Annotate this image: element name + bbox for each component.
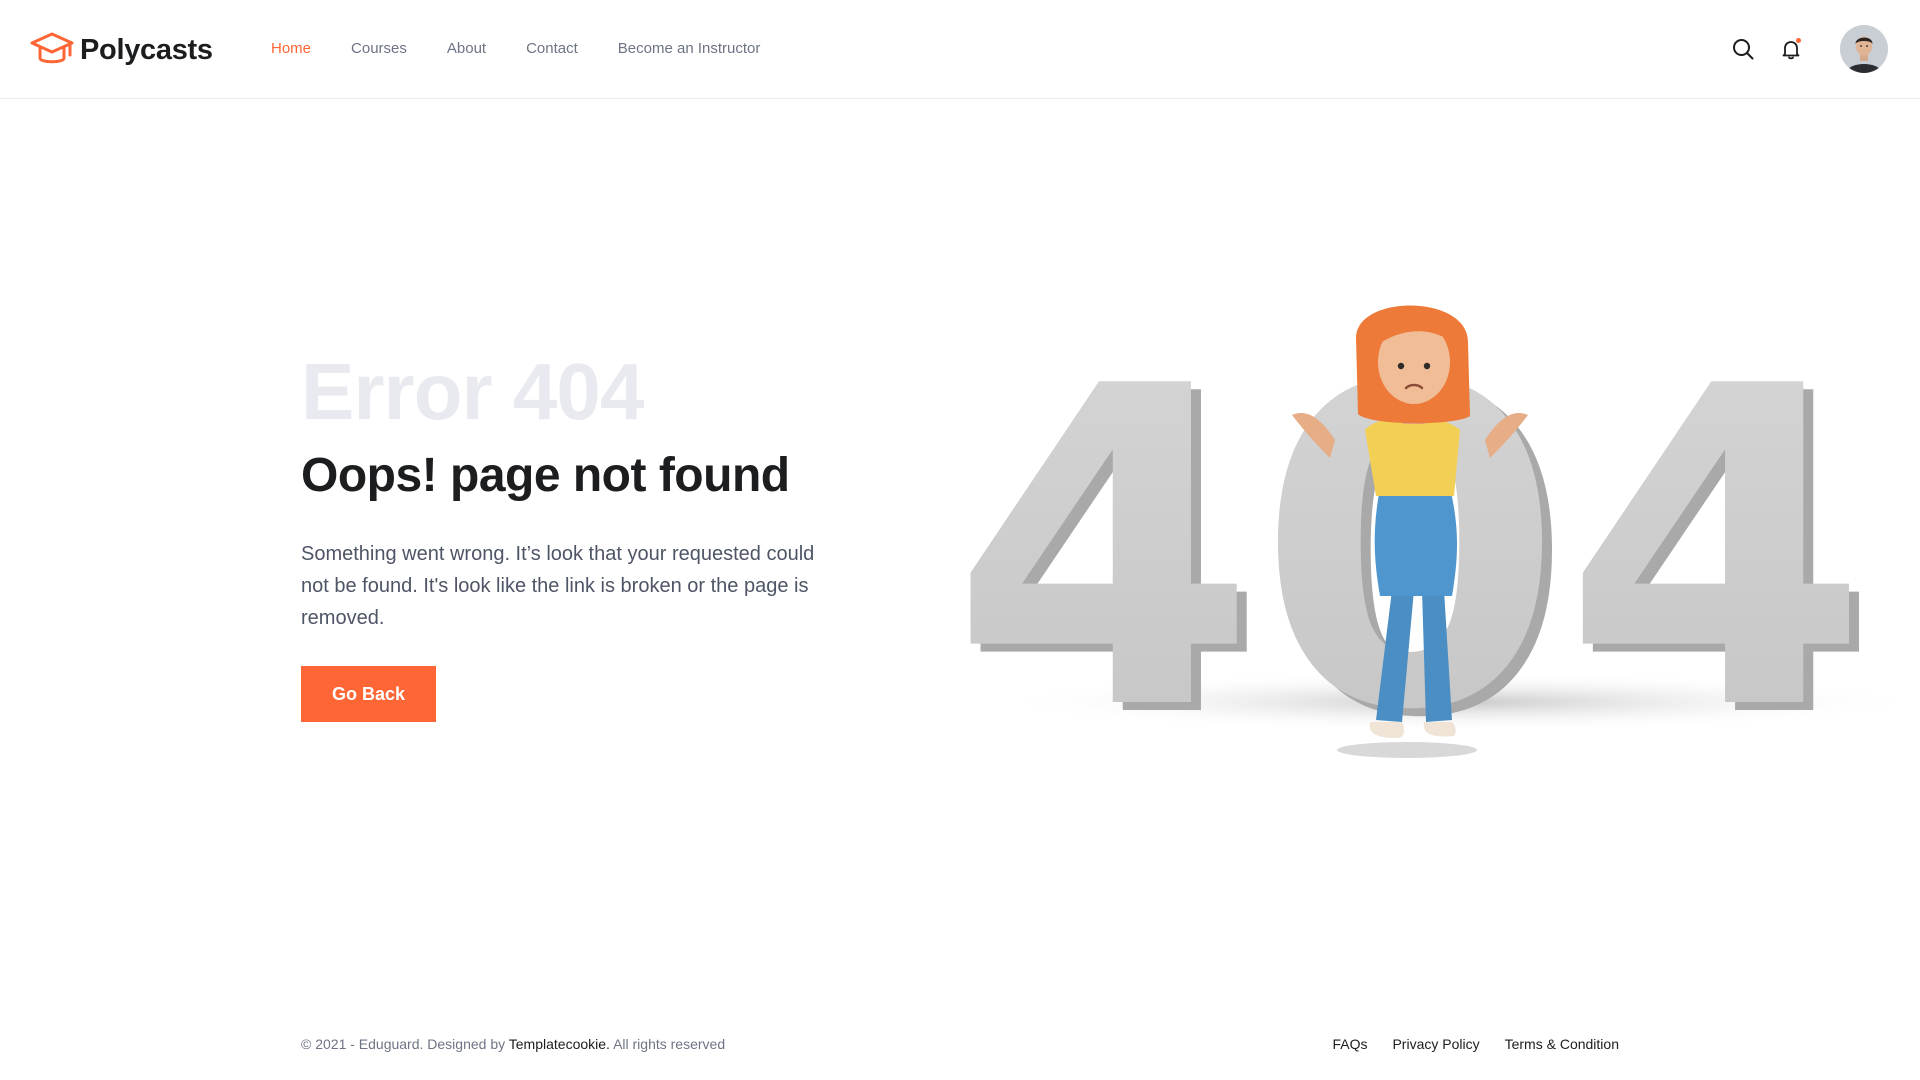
error-description: Something went wrong. It’s look that you… — [301, 543, 815, 629]
copyright: © 2021 - Eduguard. Designed by Templatec… — [301, 1036, 725, 1052]
footer-link-faqs[interactable]: FAQs — [1332, 1036, 1367, 1052]
error-404-illustration: 404 404 — [951, 294, 1920, 770]
go-back-button[interactable]: Go Back — [301, 666, 436, 722]
page-title: Oops! page not found — [301, 449, 790, 502]
footer-links: FAQs Privacy Policy Terms & Condition — [1332, 1036, 1619, 1052]
designer-link[interactable]: Templatecookie. — [509, 1036, 610, 1052]
search-icon — [1733, 39, 1754, 60]
avatar[interactable] — [1840, 25, 1888, 73]
nav-contact[interactable]: Contact — [526, 40, 578, 57]
footer-link-terms[interactable]: Terms & Condition — [1505, 1036, 1619, 1052]
notifications-button[interactable] — [1778, 36, 1804, 62]
search-button[interactable] — [1730, 36, 1756, 62]
copyright-prefix: © 2021 - Eduguard. Designed by — [301, 1036, 506, 1052]
copyright-suffix: All rights reserved — [613, 1036, 726, 1052]
brand-name: Polycasts — [80, 33, 213, 66]
error-code: Error 404 — [301, 347, 644, 436]
nav-home[interactable]: Home — [271, 40, 311, 57]
main-nav: Home Courses About Contact Become an Ins… — [271, 40, 760, 57]
nav-courses[interactable]: Courses — [351, 40, 407, 57]
nav-become-instructor[interactable]: Become an Instructor — [618, 40, 761, 57]
user-avatar-icon — [1840, 25, 1888, 73]
graduation-cap-icon — [30, 32, 74, 64]
header-actions — [1730, 25, 1888, 73]
nav-about[interactable]: About — [447, 40, 486, 57]
notification-dot — [1795, 37, 1802, 44]
brand-logo[interactable]: Polycasts — [30, 30, 213, 70]
footer-link-privacy-policy[interactable]: Privacy Policy — [1392, 1036, 1479, 1052]
site-header: Polycasts Home Courses About Contact Bec… — [0, 0, 1920, 99]
